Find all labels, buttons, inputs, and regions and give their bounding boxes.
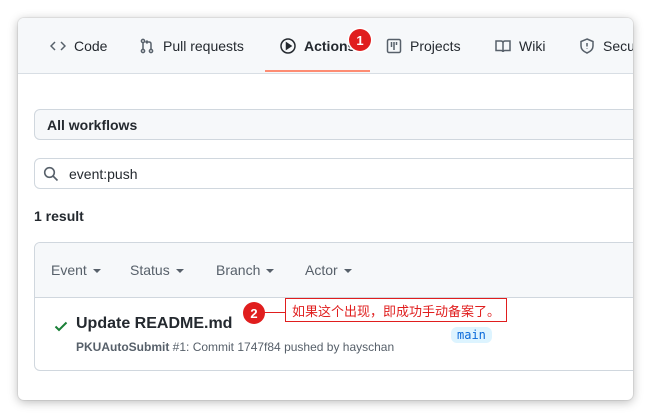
callout-connector [258, 312, 286, 313]
tab-actions-label: Actions [304, 37, 356, 54]
active-tab-underline [265, 70, 370, 72]
tab-code[interactable]: Code [50, 18, 107, 73]
search-input[interactable]: event:push [34, 158, 633, 189]
filter-event[interactable]: Event [51, 243, 101, 297]
result-count: 1 result [34, 208, 84, 224]
tab-projects-label: Projects [410, 37, 461, 54]
code-icon [50, 40, 66, 51]
tab-security[interactable]: Secu [579, 18, 633, 73]
workflow-select-value: All workflows [47, 116, 138, 133]
shield-icon [580, 37, 594, 54]
run-title[interactable]: Update README.md [76, 315, 232, 333]
tab-wiki[interactable]: Wiki [495, 18, 545, 73]
repo-tab-bar: Code Pull requests Actions Projects Wiki… [18, 18, 633, 74]
filter-event-label: Event [51, 262, 87, 278]
annotation-marker-2: 2 [243, 302, 265, 324]
workflow-select[interactable]: All workflows [34, 109, 633, 140]
annotation-callout: 如果这个出现，即成功手动备案了。 [285, 298, 508, 322]
filter-actor-label: Actor [305, 262, 338, 278]
run-meta: PKUAutoSubmit #1: Commit 1747f84 pushed … [76, 340, 394, 354]
chevron-down-icon [266, 269, 275, 273]
check-icon [53, 318, 69, 334]
project-table-icon [386, 38, 402, 53]
annotation-marker-1: 1 [349, 29, 371, 51]
run-workflow-name: PKUAutoSubmit [76, 340, 170, 354]
tab-code-label: Code [74, 37, 108, 54]
filter-bar: Event Status Branch Actor [35, 243, 633, 298]
run-details: #1: Commit 1747f84 pushed by hayschan [172, 340, 395, 354]
filter-actor[interactable]: Actor [305, 243, 352, 297]
filter-status-label: Status [130, 262, 170, 278]
tab-projects[interactable]: Projects [386, 18, 461, 73]
search-input-value: event:push [69, 165, 138, 182]
pull-request-icon [140, 38, 154, 53]
play-icon [280, 37, 296, 54]
tab-wiki-label: Wiki [519, 37, 546, 54]
chevron-down-icon [343, 269, 352, 273]
search-icon [43, 166, 59, 181]
filter-branch-label: Branch [216, 262, 261, 278]
tab-pull-requests[interactable]: Pull requests [139, 18, 244, 73]
tab-security-label: Secu [603, 37, 633, 54]
branch-badge[interactable]: main [451, 327, 492, 343]
filter-branch[interactable]: Branch [216, 243, 275, 297]
browser-window: Code Pull requests Actions Projects Wiki… [18, 18, 633, 400]
filter-status[interactable]: Status [130, 243, 184, 297]
tab-pull-requests-label: Pull requests [163, 37, 244, 54]
book-icon [495, 39, 511, 52]
tab-actions[interactable]: Actions [280, 18, 355, 73]
chevron-down-icon [92, 269, 101, 273]
chevron-down-icon [175, 269, 184, 273]
